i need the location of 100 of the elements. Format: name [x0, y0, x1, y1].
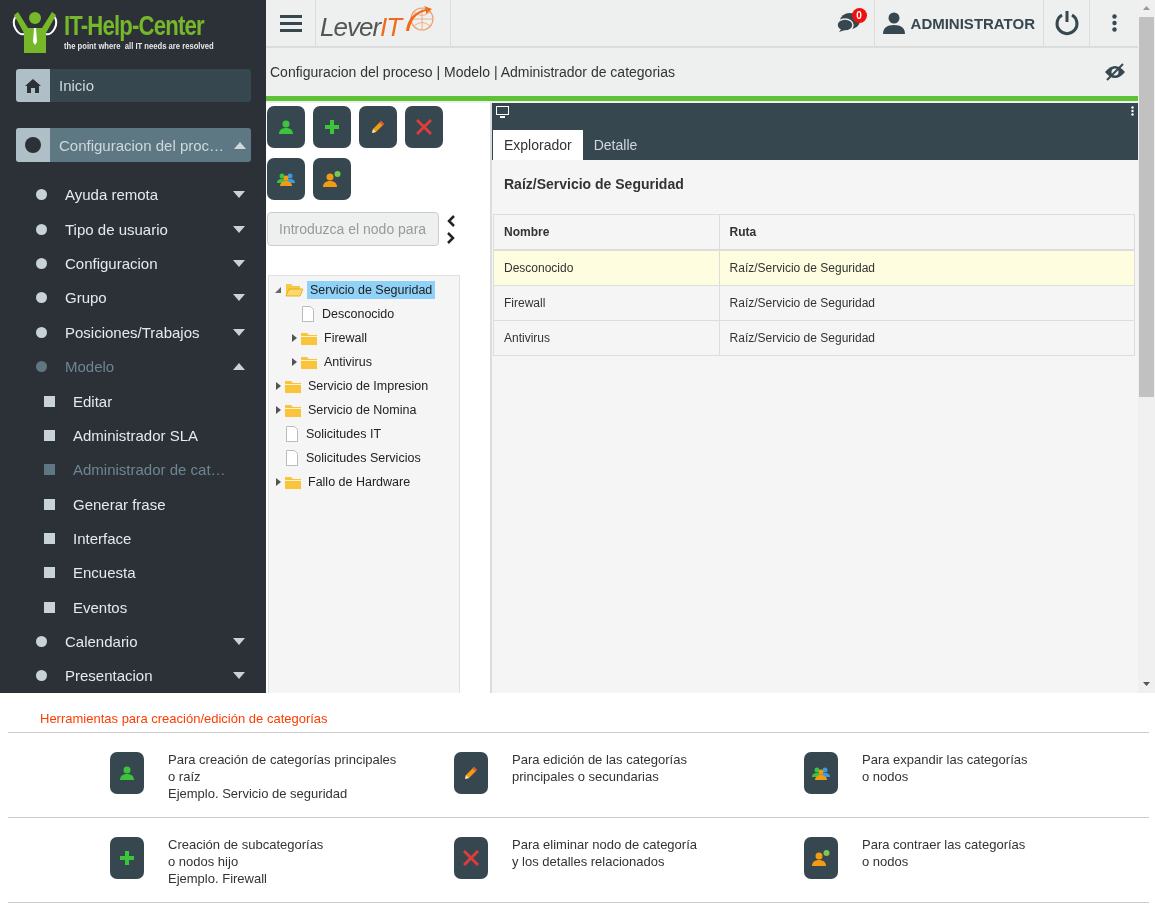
- legend-text: Para eliminar nodo de categoría y los detalles relacionados: [512, 836, 697, 870]
- legend-text: Para edición de las categorías principales o secundarias: [512, 751, 687, 785]
- delete-button[interactable]: [405, 106, 443, 148]
- chevron-left-icon[interactable]: [447, 214, 455, 227]
- submenu-item[interactable]: Interface: [0, 521, 266, 556]
- collapse-button[interactable]: [313, 158, 351, 200]
- user-menu[interactable]: ADMINISTRATOR: [874, 0, 1044, 46]
- legend-text: Creación de subcategorías o nodos hijo Ejemplo. Firewall: [168, 836, 324, 887]
- tree-node[interactable]: Desconocido: [319, 305, 398, 323]
- file-icon: [301, 306, 315, 322]
- table-cell: Raíz/Servicio de Seguridad: [719, 250, 1135, 286]
- table-row[interactable]: Desconocido Raíz/Servicio de Seguridad: [493, 250, 1135, 286]
- submenu-item[interactable]: Configuracion: [0, 246, 266, 281]
- submenu-item[interactable]: Administrador SLA: [0, 418, 266, 453]
- open-folder-icon: [285, 283, 303, 297]
- table-cell: Firewall: [493, 285, 720, 321]
- tree-node[interactable]: Servicio de Seguridad: [307, 281, 436, 299]
- tree-node[interactable]: Fallo de Hardware: [305, 473, 414, 491]
- folder-icon: [285, 403, 301, 417]
- collapsed-arrow-icon[interactable]: [290, 334, 298, 342]
- monitor-icon: [496, 106, 509, 118]
- legend-text: Para contraer las categorías o nodos: [862, 836, 1026, 870]
- caret-icon: [233, 363, 245, 371]
- bullet-icon: [36, 292, 47, 304]
- bullet-icon: [36, 326, 47, 338]
- tree-node[interactable]: Solicitudes Servicios: [303, 449, 424, 467]
- more-icon[interactable]: [1131, 106, 1134, 116]
- tab[interactable]: Explorador: [493, 130, 583, 160]
- menu-item[interactable]: Inicio: [16, 68, 251, 103]
- bullet-icon: [36, 636, 47, 648]
- square-bullet-icon: [44, 601, 55, 613]
- table-row[interactable]: Antivirus Raíz/Servicio de Seguridad: [493, 320, 1135, 356]
- square-bullet-icon: [44, 533, 55, 544]
- submenu-item[interactable]: Encuesta: [0, 555, 266, 591]
- brand-logo: LeverIT: [320, 11, 402, 43]
- submenu-item[interactable]: Posiciones/Trabajos: [0, 315, 266, 350]
- chevron-right-icon[interactable]: [447, 231, 455, 244]
- bullet-icon: [36, 189, 47, 201]
- folder-icon: [301, 355, 317, 369]
- pencil-icon: [464, 766, 478, 780]
- square-bullet-icon: [44, 498, 55, 510]
- tree-node[interactable]: Servicio de Impresion: [305, 377, 432, 395]
- folder-icon: [301, 331, 317, 345]
- collapsed-arrow-icon[interactable]: [290, 358, 298, 366]
- submenu-item[interactable]: Grupo: [0, 280, 266, 316]
- pencil-icon: [371, 120, 385, 134]
- plus-icon: [324, 119, 340, 135]
- breadcrumb: Configuracion del proceso | Modelo | Administrador de categorias: [270, 64, 675, 80]
- collapsed-arrow-icon[interactable]: [274, 382, 282, 390]
- group-icon: [277, 172, 295, 186]
- bullet-icon: [36, 223, 47, 235]
- collapsed-arrow-icon[interactable]: [274, 478, 282, 486]
- folder-icon: [285, 475, 301, 489]
- edit-button[interactable]: [359, 106, 397, 148]
- submenu-item[interactable]: Tipo de usuario: [0, 212, 266, 247]
- caret-icon: [233, 260, 245, 268]
- square-bullet-icon: [44, 464, 55, 476]
- tree-node[interactable]: Firewall: [321, 329, 371, 347]
- table-cell: Desconocido: [493, 250, 720, 286]
- logo-title: IT-Help-Center: [64, 11, 205, 42]
- hidden-eye-icon[interactable]: [1104, 63, 1126, 81]
- submenu-item[interactable]: Generar frase: [0, 486, 266, 522]
- square-bullet-icon: [44, 429, 55, 441]
- caret-icon: [233, 638, 245, 646]
- table-row[interactable]: Firewall Raíz/Servicio de Seguridad: [493, 285, 1135, 321]
- submenu-item[interactable]: Presentacion: [0, 658, 266, 693]
- person-icon: [278, 119, 294, 135]
- scrollbar[interactable]: [1138, 0, 1155, 693]
- expand-button[interactable]: [267, 158, 305, 200]
- add-root-button[interactable]: [267, 106, 305, 148]
- submenu-item[interactable]: Editar: [0, 383, 266, 419]
- person-dot-icon: [323, 171, 341, 187]
- cross-icon: [462, 849, 480, 867]
- expanded-arrow-icon[interactable]: [274, 286, 282, 294]
- table-cell: Raíz/Servicio de Seguridad: [719, 320, 1135, 356]
- menu-icon: [279, 14, 302, 32]
- tree-node[interactable]: Antivirus: [321, 353, 375, 371]
- caret-icon: [233, 225, 245, 233]
- bullet-icon: [36, 670, 47, 682]
- submenu-item[interactable]: Eventos: [0, 590, 266, 625]
- bullet-icon: [36, 258, 47, 270]
- table-cell: Raíz/Servicio de Seguridad: [719, 285, 1135, 321]
- square-bullet-icon: [44, 567, 55, 579]
- legend-text: Para creación de categorías principales o raíz Ejemplo. Servicio de seguridad: [168, 751, 397, 802]
- chat-bubbles-icon[interactable]: [835, 12, 862, 34]
- home-icon: [25, 78, 41, 93]
- table-cell: Antivirus: [493, 320, 720, 356]
- plus-icon: [119, 850, 135, 866]
- collapsed-arrow-icon[interactable]: [274, 406, 282, 414]
- submenu-item[interactable]: Calendario: [0, 624, 266, 659]
- file-icon: [285, 426, 299, 442]
- more-icon: [1111, 14, 1117, 32]
- tree-node[interactable]: Solicitudes IT: [303, 425, 385, 443]
- tree-node[interactable]: Servicio de Nomina: [305, 401, 420, 419]
- submenu-item[interactable]: Ayuda remota: [0, 177, 266, 213]
- search-field[interactable]: Introduzca el nodo para: [267, 212, 439, 246]
- tab[interactable]: Detalle: [582, 130, 649, 160]
- group-icon: [812, 766, 830, 780]
- legend-title: Herramientas para creación/edición de categorías: [39, 711, 329, 726]
- add-child-button[interactable]: [313, 106, 351, 148]
